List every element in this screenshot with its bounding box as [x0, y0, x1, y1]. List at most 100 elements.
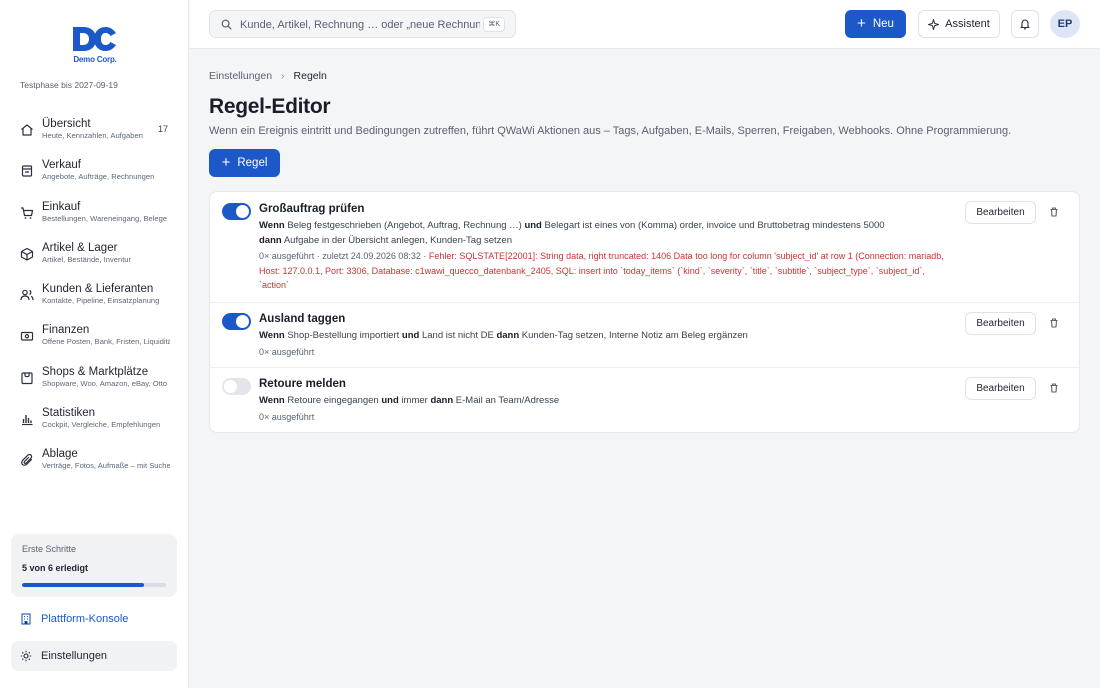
- progress-value: 5 von 6 erledigt: [22, 563, 89, 573]
- breadcrumb: Einstellungen › Regeln: [209, 70, 327, 82]
- plus-icon: +: [221, 154, 231, 171]
- rule-run-count: 0× ausgeführt: [259, 347, 315, 357]
- rule-action: Aufgabe in der Übersicht anlegen, Kunden…: [283, 235, 512, 246]
- users-icon: [20, 289, 34, 301]
- trash-icon[interactable]: [1047, 316, 1061, 330]
- new-button[interactable]: + Neu: [845, 10, 906, 38]
- breadcrumb-parent[interactable]: Einstellungen: [209, 70, 272, 82]
- building-icon: [21, 613, 31, 625]
- receipt-icon: [21, 165, 33, 177]
- progress-bar: [22, 583, 166, 587]
- page-title: Regel-Editor: [209, 95, 331, 118]
- rule-name: Großauftrag prüfen: [259, 203, 365, 215]
- add-rule-button[interactable]: + Regel: [209, 149, 280, 177]
- chart-icon: [22, 415, 33, 426]
- rule-trigger: Retoure eingegangen: [287, 395, 379, 406]
- nav-label: Statistiken: [42, 407, 96, 420]
- rule-run-info: 0× ausgeführt · zuletzt 24.09.2026 08:32…: [259, 249, 949, 293]
- main-nav: Übersicht Heute, Kennzahlen, Aufgaben 17…: [10, 111, 180, 483]
- search-icon: [221, 19, 232, 30]
- nav-sublabel: Shopware, Woo, Amazon, eBay, Otto: [42, 378, 168, 388]
- breadcrumb-current: Regeln: [293, 70, 327, 82]
- onboarding-progress-card[interactable]: Erste Schritte 5 von 6 erledigt: [11, 534, 177, 597]
- edit-rule-button[interactable]: Bearbeiten: [965, 201, 1036, 224]
- settings-label: Einstellungen: [41, 650, 108, 662]
- edit-rule-button[interactable]: Bearbeiten: [965, 377, 1036, 400]
- count-badge: 17: [157, 124, 168, 134]
- home-icon: [21, 124, 33, 136]
- nav-label: Finanzen: [42, 324, 90, 337]
- search-input[interactable]: [240, 16, 480, 34]
- rule-row: Großauftrag prüfen Wenn Beleg festgeschr…: [210, 192, 1079, 302]
- paperclip-icon: [21, 454, 33, 467]
- rule-run-count: 0× ausgeführt · zuletzt 24.09.2026 08:32…: [259, 251, 429, 261]
- logo-mark-icon: [73, 27, 116, 51]
- rule-run-info: 0× ausgeführt: [259, 410, 949, 425]
- nav-item-artikel-lager[interactable]: Artikel & Lager Artikel, Bestände, Inven…: [10, 235, 180, 276]
- nav-sublabel: Offene Posten, Bank, Fristen, Liquidität: [42, 337, 170, 347]
- edit-rule-button[interactable]: Bearbeiten: [965, 312, 1036, 335]
- toggle-knob: [224, 380, 237, 393]
- gear-icon: [20, 650, 32, 662]
- rule-enabled-toggle[interactable]: [222, 313, 251, 330]
- nav-item-einkauf[interactable]: Einkauf Bestellungen, Wareneingang, Bele…: [10, 194, 180, 235]
- logo-text: Demo Corp.: [73, 55, 117, 64]
- nav-sublabel: Bestellungen, Wareneingang, Belege: [42, 213, 168, 223]
- keyword-when: Wenn: [259, 220, 285, 231]
- nav-label: Kunden & Lieferanten: [42, 283, 154, 296]
- bell-icon: [1020, 19, 1030, 30]
- rules-list: Großauftrag prüfen Wenn Beleg festgeschr…: [209, 191, 1080, 433]
- assistant-button[interactable]: Assistent: [918, 10, 1000, 38]
- nav-item-statistiken[interactable]: Statistiken Cockpit, Vergleiche, Empfehl…: [10, 400, 180, 441]
- progress-title: Erste Schritte: [22, 544, 77, 554]
- rule-condition: Land ist nicht DE: [421, 330, 494, 341]
- keyword-and: und: [381, 395, 399, 406]
- nav-item-finanzen[interactable]: Finanzen Offene Posten, Bank, Fristen, L…: [10, 317, 180, 358]
- add-rule-label: Regel: [237, 157, 268, 169]
- nav-item-uebersicht[interactable]: Übersicht Heute, Kennzahlen, Aufgaben 17: [10, 111, 180, 152]
- rule-action-line: dann Aufgabe in der Übersicht anlegen, K…: [259, 235, 512, 246]
- nav-item-verkauf[interactable]: Verkauf Angebote, Aufträge, Rechnungen: [10, 152, 180, 193]
- sidebar: Demo Corp. Testphase bis 2027-09-19 Über…: [0, 0, 189, 688]
- assistant-button-label: Assistent: [945, 18, 990, 30]
- toggle-knob: [236, 315, 249, 328]
- notifications-button[interactable]: [1011, 10, 1039, 38]
- platform-console-link[interactable]: Plattform-Konsole: [11, 608, 177, 630]
- rule-name: Retoure melden: [259, 378, 346, 390]
- nav-label: Einkauf: [42, 200, 81, 213]
- rule-condition: immer: [401, 395, 428, 406]
- trash-icon[interactable]: [1047, 381, 1061, 395]
- nav-sublabel: Verträge, Fotos, Aufmaße – mit Suche: [42, 461, 170, 471]
- rule-trigger: Beleg festgeschrieben (Angebot, Auftrag,…: [287, 220, 522, 231]
- settings-link[interactable]: Einstellungen: [11, 641, 177, 671]
- nav-sublabel: Kontakte, Pipeline, Einsatzplanung: [42, 296, 160, 306]
- rule-run-count: 0× ausgeführt: [259, 412, 315, 422]
- page-subtitle: Wenn ein Ereignis eintritt und Bedingung…: [209, 125, 1012, 137]
- nav-sublabel: Cockpit, Vergleiche, Empfehlungen: [42, 420, 161, 430]
- keyword-then: dann: [430, 395, 454, 406]
- company-logo[interactable]: Demo Corp.: [70, 24, 120, 66]
- keyword-then: dann: [496, 330, 520, 341]
- nav-sublabel: Angebote, Aufträge, Rechnungen: [42, 172, 155, 182]
- keyword-then: dann: [259, 235, 282, 246]
- money-icon: [20, 332, 34, 342]
- progress-bar-fill: [22, 583, 144, 587]
- cart-icon: [21, 206, 34, 219]
- nav-item-kunden-lieferanten[interactable]: Kunden & Lieferanten Kontakte, Pipeline,…: [10, 276, 180, 317]
- chevron-right-icon: ›: [281, 70, 285, 82]
- nav-label: Shops & Marktplätze: [42, 365, 149, 378]
- platform-console-label: Plattform-Konsole: [41, 613, 129, 625]
- rule-enabled-toggle[interactable]: [222, 378, 251, 395]
- global-search[interactable]: ⌘K: [209, 10, 516, 38]
- keyword-and: und: [524, 220, 542, 231]
- rule-name: Ausland taggen: [259, 313, 346, 325]
- rule-enabled-toggle[interactable]: [222, 203, 251, 220]
- nav-item-ablage[interactable]: Ablage Verträge, Fotos, Aufmaße – mit Su…: [10, 441, 180, 482]
- user-avatar[interactable]: EP: [1050, 10, 1080, 38]
- plus-icon: +: [857, 15, 866, 32]
- trash-icon[interactable]: [1047, 205, 1061, 219]
- box-icon: [20, 247, 34, 261]
- nav-item-shops-marktplaetze[interactable]: Shops & Marktplätze Shopware, Woo, Amazo…: [10, 359, 180, 400]
- keyword-when: Wenn: [259, 330, 285, 341]
- nav-label: Verkauf: [42, 159, 81, 172]
